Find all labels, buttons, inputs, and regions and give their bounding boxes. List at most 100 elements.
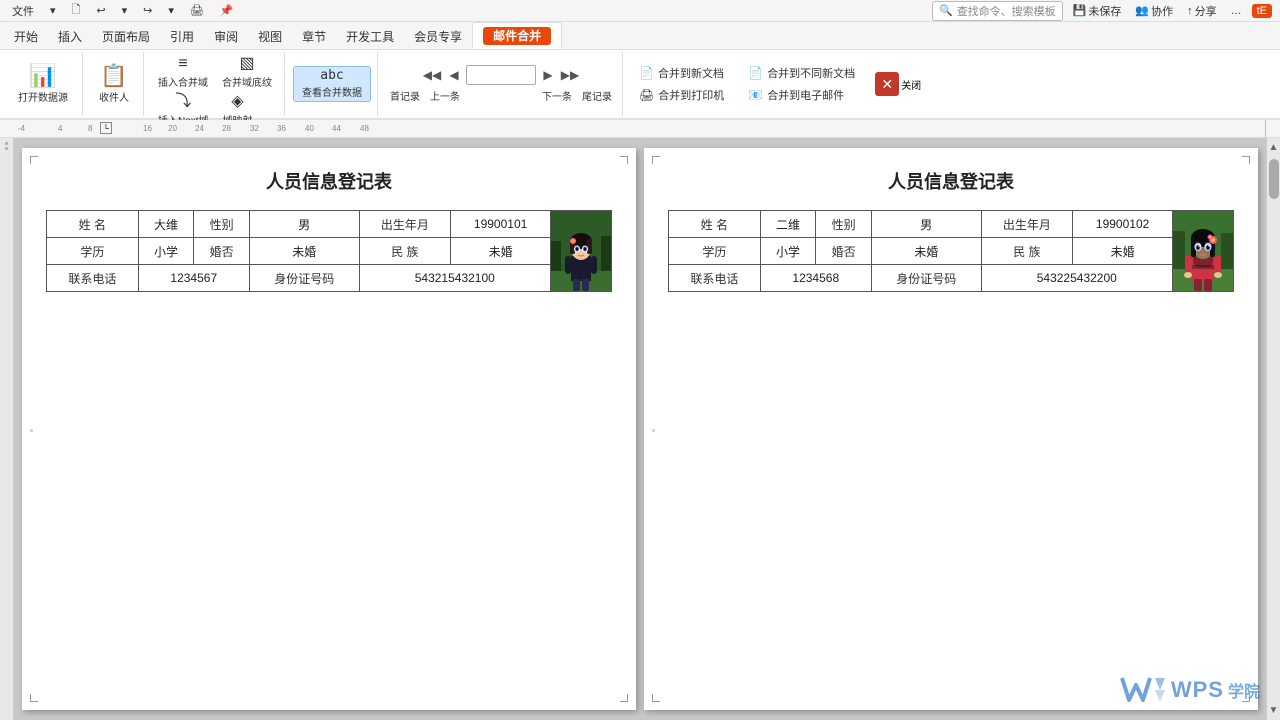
label-name: 姓 名 [47, 211, 139, 238]
tab-chapter[interactable]: 章节 [292, 24, 336, 49]
value-gender: 男 [871, 211, 981, 238]
redo-icon[interactable]: ↪ [139, 3, 156, 18]
first-record-button[interactable]: ◀◀ [422, 65, 442, 85]
tab-insert[interactable]: 插入 [48, 24, 92, 49]
tab-review[interactable]: 审阅 [204, 24, 248, 49]
merge-diff-doc-icon: 📄 [748, 66, 763, 80]
scroll-down-arrow[interactable]: ▼ [1267, 703, 1280, 718]
tab-member[interactable]: 会员专享 [404, 24, 472, 49]
merge-new-doc-icon: 📄 [639, 66, 654, 80]
merge-print-button[interactable]: 🖨 合并到打印机 [631, 85, 732, 105]
table-row: 联系电话 1234567 身份证号码 543215432100 [47, 265, 612, 292]
label-dob: 出生年月 [981, 211, 1073, 238]
label-phone: 联系电话 [47, 265, 139, 292]
tab-reference[interactable]: 引用 [160, 24, 204, 49]
close-button[interactable]: ✕ [875, 72, 899, 96]
merge-diff-doc-button[interactable]: 📄 合并到不同新文档 [740, 63, 863, 83]
view-merge-data-button[interactable]: abc 查看合并数据 [293, 66, 371, 102]
corner-br [620, 694, 628, 702]
insert-bg-icon: ▧ [239, 56, 254, 72]
collab-label: 协作 [1151, 3, 1173, 19]
value-married: 未婚 [871, 238, 981, 265]
next-record-button[interactable]: ▶ [538, 65, 558, 85]
share-label: 分享 [1195, 3, 1217, 19]
open-data-source-button[interactable]: 📊 打开数据源 [10, 63, 76, 106]
photo-placeholder-2 [1173, 211, 1233, 291]
tab-start[interactable]: 开始 [4, 24, 48, 49]
field-map-icon: ◈ [231, 94, 243, 110]
search-icon: 🔍 [939, 4, 953, 17]
ruler-tab-stop[interactable]: └ [100, 122, 112, 134]
prev-record-label[interactable]: 上一条 [426, 87, 464, 104]
tab-dev-tools[interactable]: 开发工具 [336, 24, 404, 49]
page-dot-left [30, 429, 33, 432]
record-number-input[interactable] [466, 65, 536, 85]
table-row: 学历 小学 婚否 未婚 民 族 未婚 [669, 238, 1234, 265]
value-education: 小学 [760, 238, 816, 265]
first-record-label[interactable]: 首记录 [386, 87, 424, 104]
photo-cell-2 [1173, 211, 1234, 292]
save-button[interactable]: 💾 未保存 [1069, 2, 1126, 20]
scroll-thumb[interactable] [1269, 159, 1279, 199]
value-ethnicity: 未婚 [1073, 238, 1173, 265]
search-box[interactable]: 🔍 查找命令、搜索模板 [932, 1, 1063, 21]
redo-arrow-icon[interactable]: ▾ [164, 3, 178, 18]
label-dob: 出生年月 [359, 211, 451, 238]
print-icon[interactable]: 🖨 [186, 3, 208, 18]
recipients-button[interactable]: 📋 收件人 [91, 63, 137, 106]
corner-tr [620, 156, 628, 164]
collab-button[interactable]: 👥 协作 [1131, 2, 1177, 20]
merge-new-doc-button[interactable]: 📄 合并到新文档 [631, 63, 732, 83]
label-married: 婚否 [816, 238, 872, 265]
page-dot-left [652, 429, 655, 432]
last-record-button[interactable]: ▶▶ [560, 65, 580, 85]
share-button[interactable]: ↑ 分享 [1183, 2, 1221, 20]
corner-bl [30, 694, 38, 702]
document-page-2: 人员信息登记表 姓 名 二维 性别 男 出生年月 19900102 [644, 148, 1258, 710]
file-menu[interactable]: 文件 [8, 2, 38, 20]
undo-icon[interactable]: ↩ [92, 3, 109, 18]
value-name: 二维 [760, 211, 816, 238]
prev-record-button[interactable]: ◀ [444, 65, 464, 85]
label-education: 学历 [47, 238, 139, 265]
main-content: 人员信息登记表 姓 名 大维 性别 男 出生年月 19900101 [0, 138, 1280, 720]
pin-icon[interactable]: 📌 [216, 3, 238, 18]
label-ethnicity: 民 族 [359, 238, 451, 265]
photo-placeholder-1 [551, 211, 611, 291]
insert-bg-button[interactable]: ▧ 合并域底纹 [216, 54, 278, 91]
tab-view[interactable]: 视图 [248, 24, 292, 49]
wps-watermark: WPS 学院 [1117, 670, 1260, 710]
label-gender: 性别 [194, 211, 250, 238]
value-phone: 1234568 [760, 265, 871, 292]
user-avatar[interactable]: tE [1252, 4, 1272, 18]
ruler: -4 4 8 16 20 24 28 32 36 40 44 48 └ [0, 120, 1280, 138]
next-record-label[interactable]: 下一条 [538, 87, 576, 104]
tab-page-layout[interactable]: 页面布局 [92, 24, 160, 49]
table-row: 学历 小学 婚否 未婚 民 族 未婚 [47, 238, 612, 265]
tab-mail-merge[interactable]: 邮件合并 [472, 22, 562, 49]
doc2-title: 人员信息登记表 [888, 168, 1014, 194]
table-row: 姓 名 大维 性别 男 出生年月 19900101 [47, 211, 612, 238]
new-doc-icon[interactable]: 🗋 [68, 0, 85, 21]
toolbar-group-navigation: ◀◀ ◀ ▶ ▶▶ 首记录 上一条 下一条 尾记录 [380, 52, 623, 116]
right-scrollbar[interactable]: ▲ ▼ [1266, 138, 1280, 720]
more-button[interactable]: … [1227, 4, 1246, 18]
undo-arrow-icon[interactable]: ▾ [118, 3, 132, 18]
wps-subtitle-text: 学院 [1228, 678, 1260, 702]
merge-email-button[interactable]: 📧 合并到电子邮件 [740, 85, 863, 105]
insert-next-icon: ⤵ [175, 94, 191, 110]
scroll-up-arrow[interactable]: ▲ [1267, 140, 1280, 155]
corner-tr [1242, 156, 1250, 164]
doc1-info-table: 姓 名 大维 性别 男 出生年月 19900101 [46, 210, 612, 292]
save-label: 未保存 [1088, 3, 1121, 19]
toolbar-group-recipients: 📋 收件人 [85, 52, 144, 116]
photo-cell-1 [551, 211, 612, 292]
insert-merge-field-button[interactable]: ≡ 插入合并域 [152, 54, 214, 91]
menu-arrow-icon[interactable]: ▾ [46, 3, 60, 18]
corner-bl [652, 694, 660, 702]
toolbar-group-insert-fields: ≡ 插入合并域 ▧ 合并域底纹 ⤵ 插入Next域 ◈ 域映射 [146, 52, 285, 116]
last-record-label[interactable]: 尾记录 [578, 87, 616, 104]
value-phone: 1234567 [138, 265, 249, 292]
value-id: 543215432100 [359, 265, 550, 292]
corner-tl [30, 156, 38, 164]
